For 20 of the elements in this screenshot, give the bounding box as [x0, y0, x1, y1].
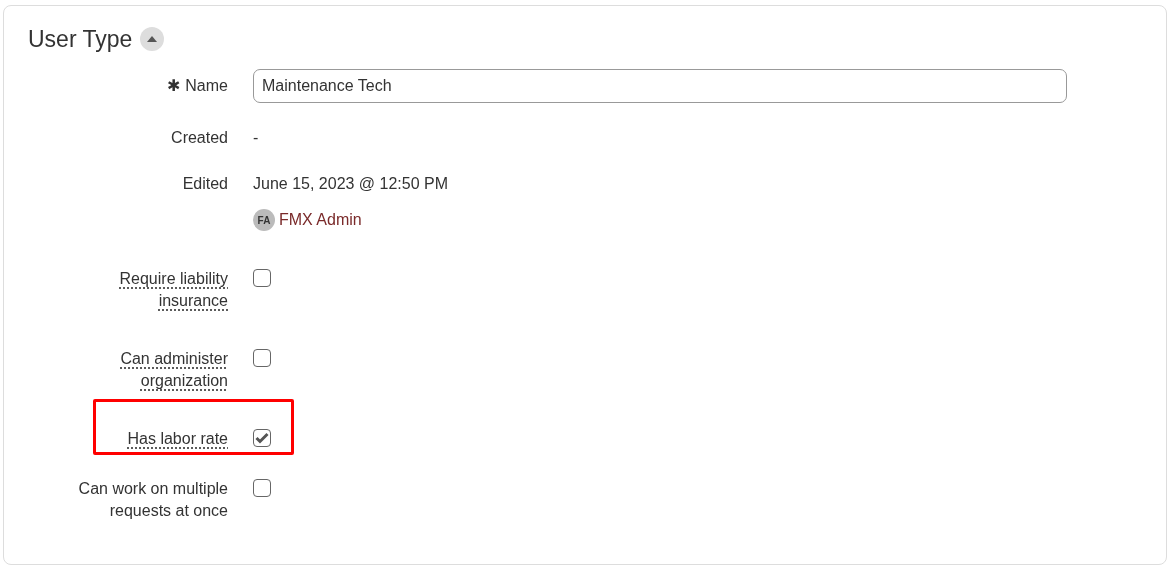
field-label: Require liability insurance [118, 269, 228, 311]
field-label: Can work on multiple requests at once [77, 479, 228, 521]
field-label: Has labor rate [127, 429, 228, 449]
required-icon: ✱ [167, 75, 181, 97]
checkbox[interactable] [253, 429, 271, 447]
field-label: Created [171, 128, 228, 148]
collapse-toggle-button[interactable] [140, 27, 165, 51]
field-value: June 15, 2023 @ 12:50 PM [253, 174, 450, 194]
user-link[interactable]: FMX Admin [279, 208, 362, 232]
checkbox[interactable] [253, 479, 271, 497]
checkbox[interactable] [253, 349, 271, 367]
field-value: - [253, 128, 260, 148]
section-title: User Type [28, 25, 133, 54]
name-input[interactable]: Maintenance Tech [253, 69, 1067, 103]
checkbox[interactable] [253, 269, 271, 287]
field-label: Can administer organization [119, 349, 228, 391]
caret-up-icon [146, 35, 159, 43]
user-avatar: FA [253, 209, 275, 231]
field-label: Edited [182, 174, 228, 194]
field-label: Name [185, 76, 228, 96]
